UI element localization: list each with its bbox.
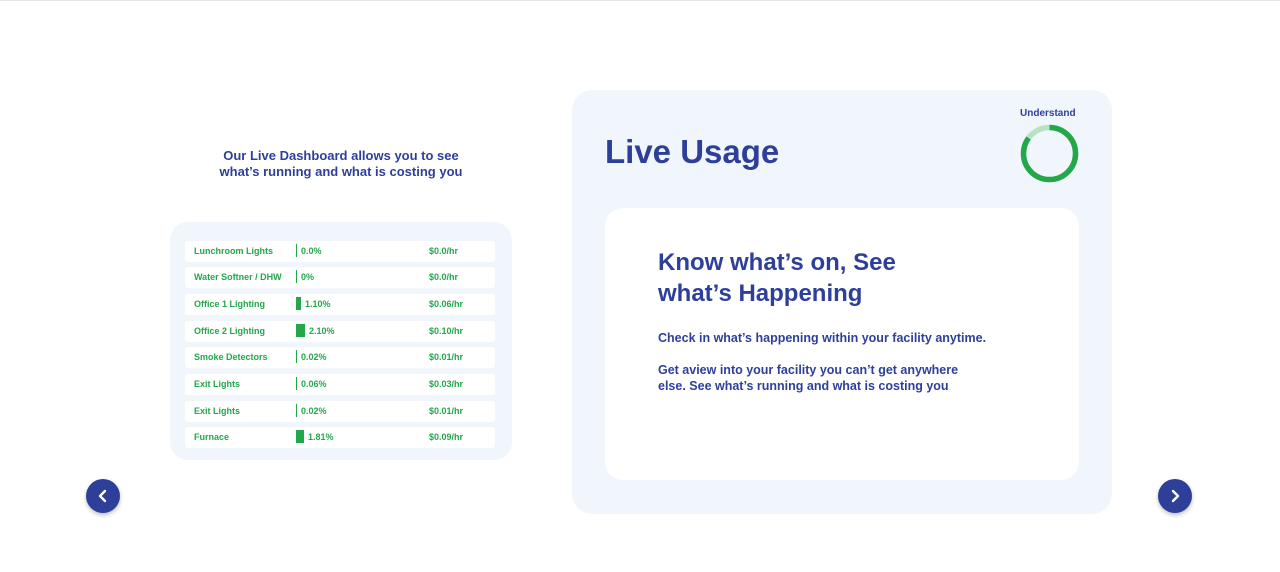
previous-slide-button[interactable]: [86, 479, 120, 513]
usage-bar: [296, 297, 301, 310]
info-paragraph-1: Check in what’s happening within your fa…: [658, 331, 987, 345]
usage-bar: [296, 377, 297, 390]
understand-label: Understand: [1020, 108, 1076, 119]
intro-line-1: Our Live Dashboard allows you to see: [223, 148, 459, 163]
usage-name: Water Softner / DHW: [194, 272, 282, 282]
usage-cost: $0.01/hr: [429, 406, 464, 416]
usage-row: Office 1 Lighting 1.10% $0.06/hr: [185, 294, 495, 315]
info-panel: Know what’s on, See what’s Happening Che…: [605, 208, 1079, 480]
info-paragraph-2-line-1: Get aview into your facility you can’t g…: [658, 363, 959, 377]
usage-name: Furnace: [194, 432, 230, 442]
usage-bar: [296, 430, 304, 443]
info-paragraph-2: Get aview into your facility you can’t g…: [658, 362, 978, 394]
usage-percent: 0.06%: [301, 379, 327, 389]
intro-line-2: what’s running and what is costing you: [219, 164, 463, 179]
usage-percent: 2.10%: [309, 326, 335, 336]
usage-row: Office 2 Lighting 2.10% $0.10/hr: [185, 321, 495, 342]
usage-percent: 0.02%: [301, 406, 327, 416]
usage-cost: $0.09/hr: [429, 432, 464, 442]
understand-ring-gauge: [1020, 124, 1079, 183]
usage-row: Furnace 1.81% $0.09/hr: [185, 427, 495, 448]
usage-cost: $0.0/hr: [429, 272, 459, 282]
usage-cost: $0.06/hr: [429, 299, 464, 309]
usage-row: Lunchroom Lights 0.0% $0.0/hr: [185, 241, 495, 262]
usage-bar: [296, 324, 305, 337]
usage-name: Lunchroom Lights: [194, 246, 273, 256]
usage-cost: $0.03/hr: [429, 379, 464, 389]
usage-name: Exit Lights: [194, 406, 241, 416]
usage-bar: [296, 270, 297, 283]
usage-percent: 0.0%: [301, 246, 322, 256]
usage-row: Water Softner / DHW 0% $0.0/hr: [185, 267, 495, 288]
usage-percent: 1.81%: [308, 432, 334, 442]
usage-row: Exit Lights 0.02% $0.01/hr: [185, 401, 495, 422]
usage-name: Office 2 Lighting: [194, 326, 265, 336]
info-heading-line-2: what’s Happening: [658, 280, 863, 307]
info-paragraph-2-line-2: else. See what’s running and what is cos…: [658, 379, 949, 393]
usage-percent: 0%: [301, 272, 315, 282]
usage-cost: $0.10/hr: [429, 326, 464, 336]
live-usage-table: Lunchroom Lights 0.0% $0.0/hr Water Soft…: [170, 222, 512, 460]
live-usage-title: Live Usage: [605, 133, 780, 170]
chevron-left-icon: [98, 489, 107, 503]
usage-percent: 1.10%: [305, 299, 331, 309]
usage-name: Exit Lights: [194, 379, 241, 389]
usage-cost: $0.0/hr: [429, 246, 459, 256]
usage-row: Exit Lights 0.06% $0.03/hr: [185, 374, 495, 395]
usage-bar: [296, 404, 297, 417]
live-usage-card: Live Usage Understand Know what’s on, Se…: [572, 90, 1112, 514]
chevron-right-icon: [1171, 489, 1180, 503]
info-heading: Know what’s on, See what’s Happening: [658, 247, 958, 309]
usage-cost: $0.01/hr: [429, 352, 464, 362]
usage-name: Smoke Detectors: [194, 352, 268, 362]
usage-row: Smoke Detectors 0.02% $0.01/hr: [185, 347, 495, 368]
usage-percent: 0.02%: [301, 352, 327, 362]
next-slide-button[interactable]: [1158, 479, 1192, 513]
usage-name: Office 1 Lighting: [194, 299, 265, 309]
info-heading-line-1: Know what’s on, See: [658, 249, 896, 276]
top-divider: [0, 0, 1280, 1]
usage-bar: [296, 244, 297, 257]
usage-bar: [296, 350, 297, 363]
intro-text: Our Live Dashboard allows you to see wha…: [200, 148, 482, 180]
